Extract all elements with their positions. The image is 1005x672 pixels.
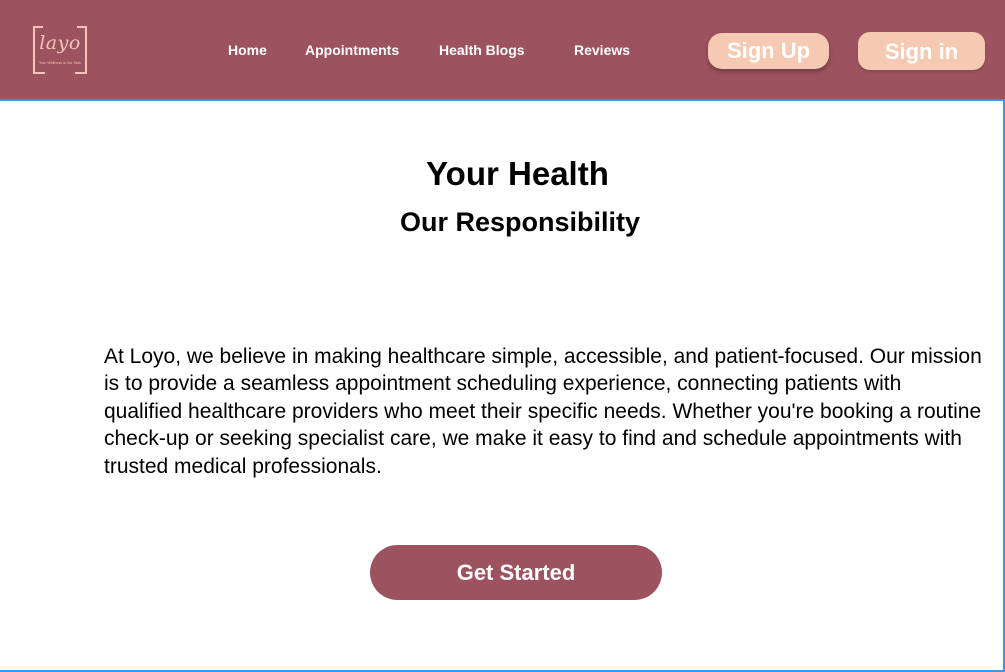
logo-tagline: Your Wellness is Our Task — [39, 61, 81, 65]
hero-title: Your Health — [426, 155, 609, 192]
nav-link-appointments[interactable]: Appointments — [305, 42, 399, 58]
logo-text: layo — [39, 32, 81, 54]
nav-link-reviews[interactable]: Reviews — [574, 42, 630, 58]
sign-up-button[interactable]: Sign Up — [708, 33, 829, 69]
sign-in-button[interactable]: Sign in — [858, 32, 985, 70]
get-started-button[interactable]: Get Started — [370, 545, 662, 600]
nav-link-health-blogs[interactable]: Health Blogs — [439, 42, 525, 58]
brand-logo[interactable]: layo Your Wellness is Our Task — [33, 26, 87, 74]
mission-paragraph: At Loyo, we believe in making healthcare… — [104, 345, 982, 478]
top-navbar: layo Your Wellness is Our Task Home Appo… — [0, 0, 1005, 99]
nav-link-home[interactable]: Home — [228, 42, 267, 58]
hero-subtitle: Our Responsibility — [399, 207, 641, 237]
